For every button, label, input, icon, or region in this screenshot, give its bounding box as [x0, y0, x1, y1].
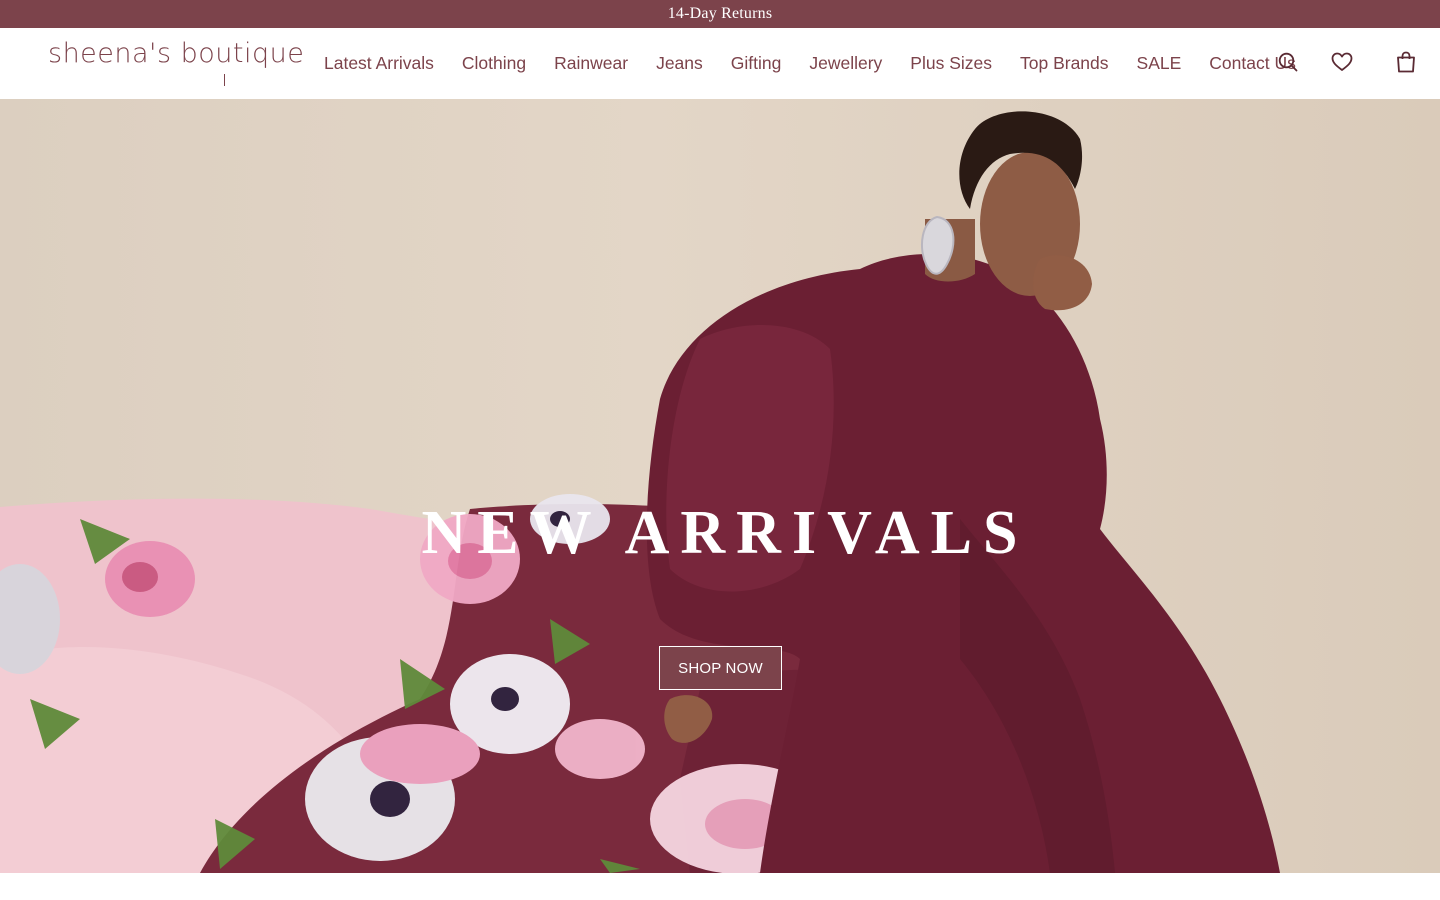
hand: [1033, 255, 1092, 311]
site-header: sheena's boutique Latest Arrivals Clothi…: [0, 28, 1440, 99]
logo-descender: [224, 74, 226, 86]
nav-gifting[interactable]: Gifting: [717, 53, 796, 74]
nav-rainwear[interactable]: Rainwear: [540, 53, 642, 74]
shop-now-button[interactable]: SHOP NOW: [659, 646, 782, 690]
nav-clothing[interactable]: Clothing: [448, 53, 540, 74]
shopping-bag-icon[interactable]: [1393, 49, 1419, 75]
logo[interactable]: sheena's boutique: [48, 38, 305, 86]
page-content-start: [0, 873, 1440, 900]
hero-banner: NEW ARRIVALS SHOP NOW: [0, 99, 1440, 873]
nav-plus-sizes[interactable]: Plus Sizes: [896, 53, 1006, 74]
main-nav: Latest Arrivals Clothing Rainwear Jeans …: [310, 28, 1310, 99]
nav-jewellery[interactable]: Jewellery: [795, 53, 896, 74]
nav-jeans[interactable]: Jeans: [642, 53, 717, 74]
search-icon[interactable]: [1275, 49, 1301, 75]
hero-title: NEW ARRIVALS: [421, 499, 1029, 567]
hero-image: [0, 111, 1280, 873]
logo-text: sheena's boutique: [48, 38, 305, 69]
announcement-bar: 14-Day Returns: [0, 0, 1440, 28]
nav-latest-arrivals[interactable]: Latest Arrivals: [310, 53, 448, 74]
nav-sale[interactable]: SALE: [1123, 53, 1196, 74]
heart-icon[interactable]: [1329, 49, 1355, 75]
nav-top-brands[interactable]: Top Brands: [1006, 53, 1123, 74]
announcement-text: 14-Day Returns: [667, 5, 773, 22]
